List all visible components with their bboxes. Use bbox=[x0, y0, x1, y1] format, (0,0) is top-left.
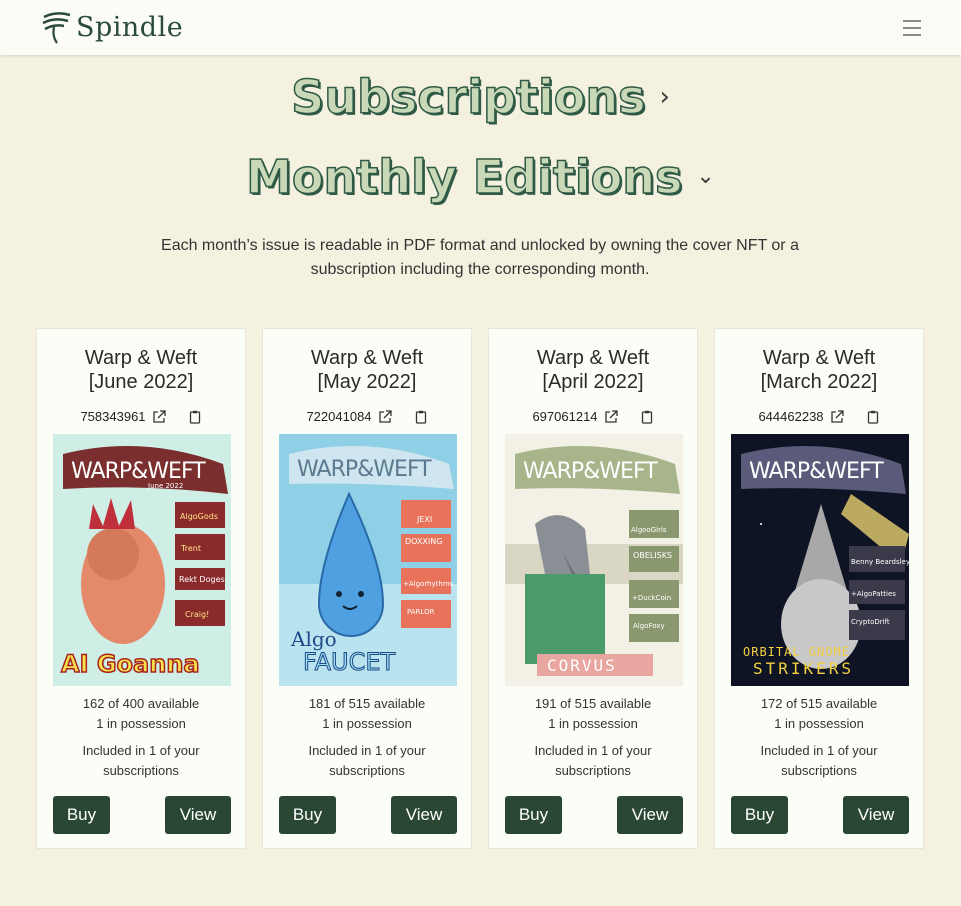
asset-id: 644462238 bbox=[758, 409, 824, 424]
hamburger-menu-icon[interactable] bbox=[903, 20, 921, 36]
svg-text:Craig!: Craig! bbox=[185, 610, 209, 619]
cover-image[interactable]: WARP&WEFT Benny Beardsley +AlgoPatties C… bbox=[731, 434, 909, 686]
monthly-editions-title: Monthly Editions bbox=[245, 149, 683, 205]
asset-id: 722041084 bbox=[306, 409, 372, 424]
subscription-inclusion-text: Included in 1 of your subscriptions bbox=[534, 743, 652, 778]
external-link-icon[interactable] bbox=[830, 409, 844, 424]
svg-text:OBELISKS: OBELISKS bbox=[633, 551, 672, 560]
svg-text:AlgoGods: AlgoGods bbox=[180, 512, 218, 521]
edition-card: Warp & Weft [April 2022] 697061214 WARP&… bbox=[488, 328, 698, 849]
edition-title: Warp & Weft [March 2022] bbox=[760, 347, 878, 393]
chevron-right-icon: › bbox=[659, 81, 670, 112]
edition-title: Warp & Weft [May 2022] bbox=[310, 347, 424, 393]
svg-text:+DuckCoin: +DuckCoin bbox=[632, 594, 671, 602]
svg-text:STRIKERS: STRIKERS bbox=[753, 659, 854, 678]
svg-text:ORBITAL GNOME: ORBITAL GNOME bbox=[743, 645, 850, 659]
asset-id-row: 722041084 bbox=[263, 409, 471, 424]
cover-image[interactable]: WARP&WEFT June 2022 AlgoGods Trent Rekt … bbox=[53, 434, 231, 686]
cover-image[interactable]: WARP&WEFT AlgooGirls OBELISKS +DuckCoin … bbox=[505, 434, 683, 686]
asset-id-row: 644462238 bbox=[715, 409, 923, 424]
clipboard-icon[interactable] bbox=[414, 410, 428, 424]
edition-card: Warp & Weft [March 2022] 644462238 WARP&… bbox=[714, 328, 924, 849]
svg-text:WARP&WEFT: WARP&WEFT bbox=[523, 459, 658, 484]
svg-text:+AlgoPatties: +AlgoPatties bbox=[851, 590, 896, 598]
svg-text:Benny Beardsley: Benny Beardsley bbox=[851, 558, 909, 566]
possession-text: 1 in possession bbox=[548, 716, 638, 731]
svg-text:Rekt Doges: Rekt Doges bbox=[179, 575, 225, 584]
edition-card: Warp & Weft [May 2022] 722041084 WARP&WE… bbox=[262, 328, 472, 849]
external-link-icon[interactable] bbox=[604, 409, 618, 424]
clipboard-icon[interactable] bbox=[640, 410, 654, 424]
buy-button[interactable]: Buy bbox=[279, 796, 336, 834]
edition-title: Warp & Weft [April 2022] bbox=[536, 347, 650, 393]
external-link-icon[interactable] bbox=[152, 409, 166, 424]
asset-id-row: 697061214 bbox=[489, 409, 697, 424]
buy-button[interactable]: Buy bbox=[731, 796, 788, 834]
svg-text:DOXXING: DOXXING bbox=[405, 537, 442, 546]
cover-image[interactable]: WARP&WEFT JEXI DOXXING +Algorhythms PARL… bbox=[279, 434, 457, 686]
possession-text: 1 in possession bbox=[96, 716, 186, 731]
svg-text:AI Goanna: AI Goanna bbox=[61, 650, 200, 678]
svg-text:AlgoFoxy: AlgoFoxy bbox=[633, 622, 665, 630]
asset-id-row: 758343961 bbox=[37, 409, 245, 424]
view-button[interactable]: View bbox=[843, 796, 909, 834]
buy-button[interactable]: Buy bbox=[505, 796, 562, 834]
svg-text:AlgooGirls: AlgooGirls bbox=[631, 526, 667, 534]
svg-text:Trent: Trent bbox=[180, 544, 201, 553]
edition-title: Warp & Weft [June 2022] bbox=[84, 347, 198, 393]
svg-text:PARLOR: PARLOR bbox=[407, 608, 435, 616]
svg-text:FAUCET: FAUCET bbox=[303, 648, 396, 676]
subscription-inclusion-text: Included in 1 of your subscriptions bbox=[760, 743, 878, 778]
subscriptions-title: Subscriptions bbox=[290, 69, 646, 125]
buy-button[interactable]: Buy bbox=[53, 796, 110, 834]
view-button[interactable]: View bbox=[165, 796, 231, 834]
brand-logo[interactable]: Spindle bbox=[40, 9, 183, 45]
svg-text:JEXI: JEXI bbox=[416, 515, 432, 524]
top-navbar: Spindle bbox=[0, 0, 961, 55]
clipboard-icon[interactable] bbox=[188, 410, 202, 424]
svg-text:June 2022: June 2022 bbox=[147, 482, 183, 490]
svg-text:WARP&WEFT: WARP&WEFT bbox=[297, 457, 432, 482]
availability-text: 162 of 400 available bbox=[82, 696, 200, 711]
subscription-inclusion-text: Included in 1 of your subscriptions bbox=[82, 743, 200, 778]
svg-text:+Algorhythms: +Algorhythms bbox=[403, 580, 454, 588]
asset-id: 697061214 bbox=[532, 409, 598, 424]
monthly-editions-heading[interactable]: Monthly Editions ⌄ bbox=[0, 149, 961, 205]
svg-text:WARP&WEFT: WARP&WEFT bbox=[749, 459, 884, 484]
svg-text:CryptoDrift: CryptoDrift bbox=[851, 618, 890, 626]
subscription-inclusion-text: Included in 1 of your subscriptions bbox=[308, 743, 426, 778]
external-link-icon[interactable] bbox=[378, 409, 392, 424]
brand-name: Spindle bbox=[76, 11, 184, 43]
possession-text: 1 in possession bbox=[322, 716, 412, 731]
view-button[interactable]: View bbox=[617, 796, 683, 834]
chevron-down-icon: ⌄ bbox=[696, 164, 715, 189]
svg-text:CORVUS: CORVUS bbox=[547, 656, 617, 675]
clipboard-icon[interactable] bbox=[866, 410, 880, 424]
subscriptions-heading[interactable]: Subscriptions › bbox=[0, 69, 961, 125]
availability-text: 172 of 515 available bbox=[760, 696, 878, 711]
asset-id: 758343961 bbox=[80, 409, 146, 424]
svg-text:WARP&WEFT: WARP&WEFT bbox=[71, 459, 206, 484]
editions-description: Each month’s issue is readable in PDF fo… bbox=[161, 237, 799, 278]
availability-text: 191 of 515 available bbox=[534, 696, 652, 711]
spindle-logo-icon bbox=[42, 12, 71, 44]
edition-card: Warp & Weft [June 2022] 758343961 WARP&W… bbox=[36, 328, 246, 849]
availability-text: 181 of 515 available bbox=[308, 696, 426, 711]
possession-text: 1 in possession bbox=[774, 716, 864, 731]
view-button[interactable]: View bbox=[391, 796, 457, 834]
